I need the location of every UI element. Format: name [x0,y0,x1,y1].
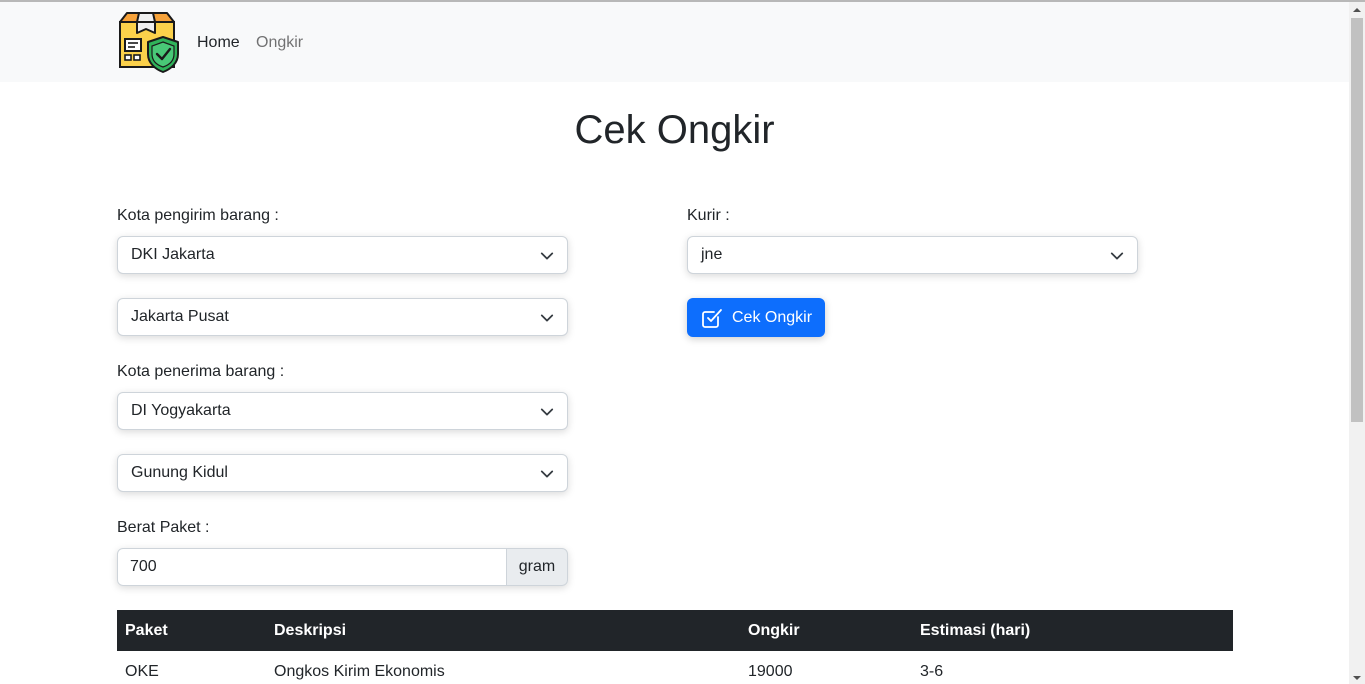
table-cell: OKE [125,663,159,680]
courier-select[interactable]: jne [687,236,1138,274]
scroll-down-arrow-icon[interactable] [1353,674,1361,682]
vertical-scrollbar[interactable] [1349,2,1365,684]
chevron-down-icon [540,408,554,416]
navbar: Home Ongkir [0,2,1349,82]
receiver-label: Kota penerima barang : [117,363,285,380]
check-square-icon [702,309,722,328]
weight-input-group: 700 gram [117,548,568,586]
courier-label: Kurir : [687,207,730,224]
receiver-city-value: Gunung Kidul [131,464,228,481]
table-header-cell: Deskripsi [274,622,347,639]
table-cell: Ongkos Kirim Ekonomis [274,663,445,680]
chevron-down-icon [540,470,554,478]
sender-label: Kota pengirim barang : [117,207,279,224]
weight-label: Berat Paket : [117,519,210,536]
cek-ongkir-button-label: Cek Ongkir [732,309,813,326]
chevron-down-icon [540,314,554,322]
table-header-row: Paket Deskripsi Ongkir Estimasi (hari) [117,610,1233,651]
weight-unit-addon: gram [506,548,568,586]
weight-input[interactable]: 700 [117,548,507,586]
receiver-province-select[interactable]: DI Yogyakarta [117,392,568,430]
courier-value: jne [701,246,723,263]
scroll-up-arrow-icon[interactable] [1353,6,1361,14]
table-header-cell: Paket [125,622,168,639]
nav-link-ongkir[interactable]: Ongkir [256,33,303,53]
chevron-down-icon [1110,252,1124,260]
table-cell: 3-6 [920,663,944,680]
brand-logo[interactable] [117,11,180,73]
sender-city-value: Jakarta Pusat [131,308,229,325]
table-header-cell: Ongkir [748,622,800,639]
package-shield-logo-icon [119,12,179,73]
cek-ongkir-button[interactable]: Cek Ongkir [687,298,825,337]
receiver-province-value: DI Yogyakarta [131,402,231,419]
sender-province-select[interactable]: DKI Jakarta [117,236,568,274]
table-header-cell: Estimasi (hari) [920,622,1031,639]
scrollbar-thumb[interactable] [1351,18,1363,422]
sender-province-value: DKI Jakarta [131,246,215,263]
nav-link-home[interactable]: Home [197,33,240,53]
receiver-city-select[interactable]: Gunung Kidul [117,454,568,492]
table-cell: 19000 [748,663,793,680]
page: Home Ongkir Cek Ongkir Kota pengirim bar… [0,2,1349,684]
chevron-down-icon [540,252,554,260]
sender-city-select[interactable]: Jakarta Pusat [117,298,568,336]
page-title: Cek Ongkir [574,108,775,152]
table-row: OKE Ongkos Kirim Ekonomis 19000 3-6 [117,651,1233,684]
results-table: Paket Deskripsi Ongkir Estimasi (hari) O… [117,610,1233,684]
